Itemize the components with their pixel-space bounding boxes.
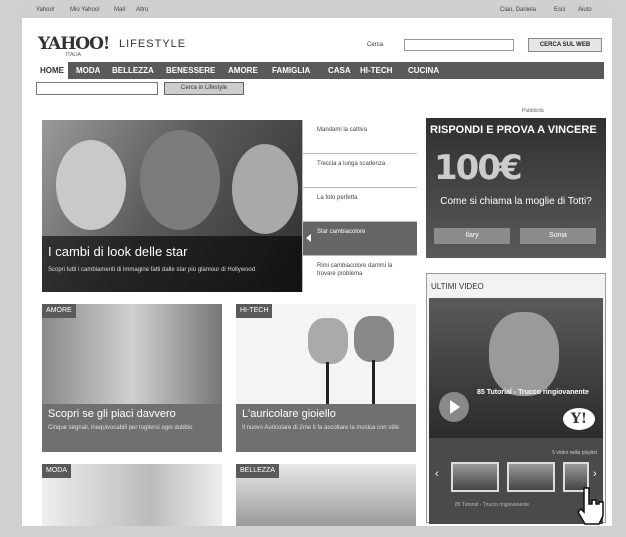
- video-count: 5 video nella playlist: [552, 450, 597, 456]
- card-tag[interactable]: MODA: [42, 464, 71, 478]
- nav-item-famiglia[interactable]: FAMIGLIA: [272, 66, 310, 75]
- arrow-left-icon: [306, 234, 311, 242]
- nav-item-benessere[interactable]: BENESSERE: [166, 66, 215, 75]
- card-hitech[interactable]: HI-TECH L'auricolare gioiello Il nuovo A…: [236, 304, 416, 452]
- play-icon[interactable]: [439, 392, 469, 422]
- search-label: Cerca: [367, 42, 384, 48]
- hero-list-item[interactable]: La foto perfetta: [303, 188, 417, 222]
- topbar-link[interactable]: Altro: [136, 7, 148, 13]
- topbar-link[interactable]: Mail: [114, 7, 125, 13]
- nav-item-moda[interactable]: MODA: [76, 66, 100, 75]
- search-input[interactable]: [404, 39, 514, 51]
- page: Yahoo! Mio Yahoo! Mail Altro Ciao, Danie…: [22, 4, 612, 526]
- main-nav: HOME MODA BELLEZZA BENESSERE AMORE FAMIG…: [36, 62, 604, 79]
- card-caption: Scopri se gli piaci davvero Cinque segna…: [42, 404, 222, 452]
- card-tag[interactable]: BELLEZZA: [236, 464, 280, 478]
- card-moda[interactable]: MODA: [42, 464, 222, 526]
- quiz-ad[interactable]: RISPONDI E PROVA A VINCERE 100€ Come si …: [426, 118, 606, 258]
- card-image: [42, 304, 222, 404]
- answer-button[interactable]: Ilary: [434, 228, 510, 244]
- hero-carousel: I cambi di look delle star Scopri tutti …: [42, 120, 417, 292]
- ad-label: Pubblicità: [522, 108, 544, 114]
- hero-list-item[interactable]: Rimi cambiacolore dammi la trovare probl…: [303, 256, 417, 290]
- chevron-right-icon[interactable]: ›: [593, 468, 597, 480]
- header: YAHOO! ITALIA LIFESTYLE Cerca CERCA SUL …: [22, 18, 612, 60]
- card-bellezza[interactable]: BELLEZZA: [236, 464, 416, 526]
- topbar-link[interactable]: Yahoo!: [36, 7, 55, 13]
- card-caption: L'auricolare gioiello Il nuovo Auricolar…: [236, 404, 416, 452]
- hero-list-item[interactable]: Mandami la cattiva: [303, 120, 417, 154]
- ad-prize: 100€: [434, 148, 523, 188]
- hero-title[interactable]: I cambi di look delle star: [48, 244, 187, 259]
- lifestyle-search-input[interactable]: [36, 82, 158, 95]
- video-frame: [489, 312, 559, 396]
- star-photo: [56, 140, 126, 230]
- yahoo-logo[interactable]: YAHOO!: [38, 34, 110, 54]
- cable-shape: [326, 362, 329, 404]
- search-web-button[interactable]: CERCA SUL WEB: [528, 38, 602, 52]
- logout-link[interactable]: Esci: [554, 7, 565, 13]
- topbar-link[interactable]: Mio Yahoo!: [70, 7, 100, 13]
- ad-headline: RISPONDI E PROVA A VINCERE: [430, 124, 597, 136]
- earphone-shape: [308, 318, 348, 364]
- video-heading: ULTIMI VIDEO: [431, 282, 484, 291]
- hero-list-label: Star cambiacolore: [317, 229, 366, 235]
- star-photo: [140, 130, 220, 230]
- hand-cursor-icon: [577, 487, 604, 525]
- user-greeting[interactable]: Ciao, Daniela: [500, 7, 536, 13]
- nav-item-bellezza[interactable]: BELLEZZA: [112, 66, 154, 75]
- card-tag[interactable]: AMORE: [42, 304, 76, 318]
- video-title[interactable]: 85 Tutorial - Trucco ringiovanente: [477, 388, 589, 397]
- cable-shape: [372, 360, 375, 404]
- hero-list-item-active[interactable]: Star cambiacolore: [303, 222, 417, 256]
- answer-button[interactable]: Sonia: [520, 228, 596, 244]
- hero-description: Scopri tutti i cambiamenti di immagine f…: [48, 267, 256, 273]
- nav-item-cucina[interactable]: CUCINA: [408, 66, 439, 75]
- chevron-left-icon[interactable]: ‹: [435, 468, 439, 480]
- nav-item-amore[interactable]: AMORE: [228, 66, 258, 75]
- hero-list-item[interactable]: Treccia a lunga scadenza: [303, 154, 417, 188]
- ad-question: Come si chiama la moglie di Totti?: [440, 196, 592, 207]
- video-thumbnail[interactable]: [451, 462, 499, 492]
- nav-item-home[interactable]: HOME: [36, 62, 68, 79]
- top-bar: Yahoo! Mio Yahoo! Mail Altro Ciao, Danie…: [22, 4, 612, 18]
- nav-item-casa[interactable]: CASA: [328, 66, 351, 75]
- card-description: Cinque segnali, inequivocabili per togli…: [48, 425, 193, 431]
- earphone-shape: [354, 316, 394, 362]
- card-title[interactable]: Scopri se gli piaci davvero: [48, 408, 216, 420]
- hero-list: Mandami la cattiva Treccia a lunga scade…: [302, 120, 417, 292]
- logo-subtitle: ITALIA: [66, 52, 81, 58]
- card-title[interactable]: L'auricolare gioiello: [242, 408, 410, 420]
- lifestyle-search-button[interactable]: Cerca in Lifestyle: [164, 82, 244, 95]
- hero-image[interactable]: I cambi di look delle star Scopri tutti …: [42, 120, 302, 292]
- star-photo: [232, 144, 298, 234]
- hero-caption: I cambi di look delle star Scopri tutti …: [42, 236, 302, 292]
- help-link[interactable]: Aiuto: [578, 7, 592, 13]
- video-player[interactable]: 85 Tutorial - Trucco ringiovanente Y!: [429, 298, 603, 438]
- sub-search: Cerca in Lifestyle: [36, 82, 604, 96]
- card-tag[interactable]: HI-TECH: [236, 304, 273, 318]
- nav-item-hitech[interactable]: HI-TECH: [360, 66, 392, 75]
- card-amore[interactable]: AMORE Scopri se gli piaci davvero Cinque…: [42, 304, 222, 452]
- card-description: Il nuovo Auricolare di 2me ti fa ascolta…: [242, 425, 400, 431]
- yahoo-video-logo: Y!: [563, 408, 595, 430]
- section-title[interactable]: LIFESTYLE: [119, 38, 186, 50]
- now-playing: 85 Tutorial - Trucco ringiovanente: [455, 502, 530, 508]
- card-image: [236, 304, 416, 404]
- video-thumbnail[interactable]: [507, 462, 555, 492]
